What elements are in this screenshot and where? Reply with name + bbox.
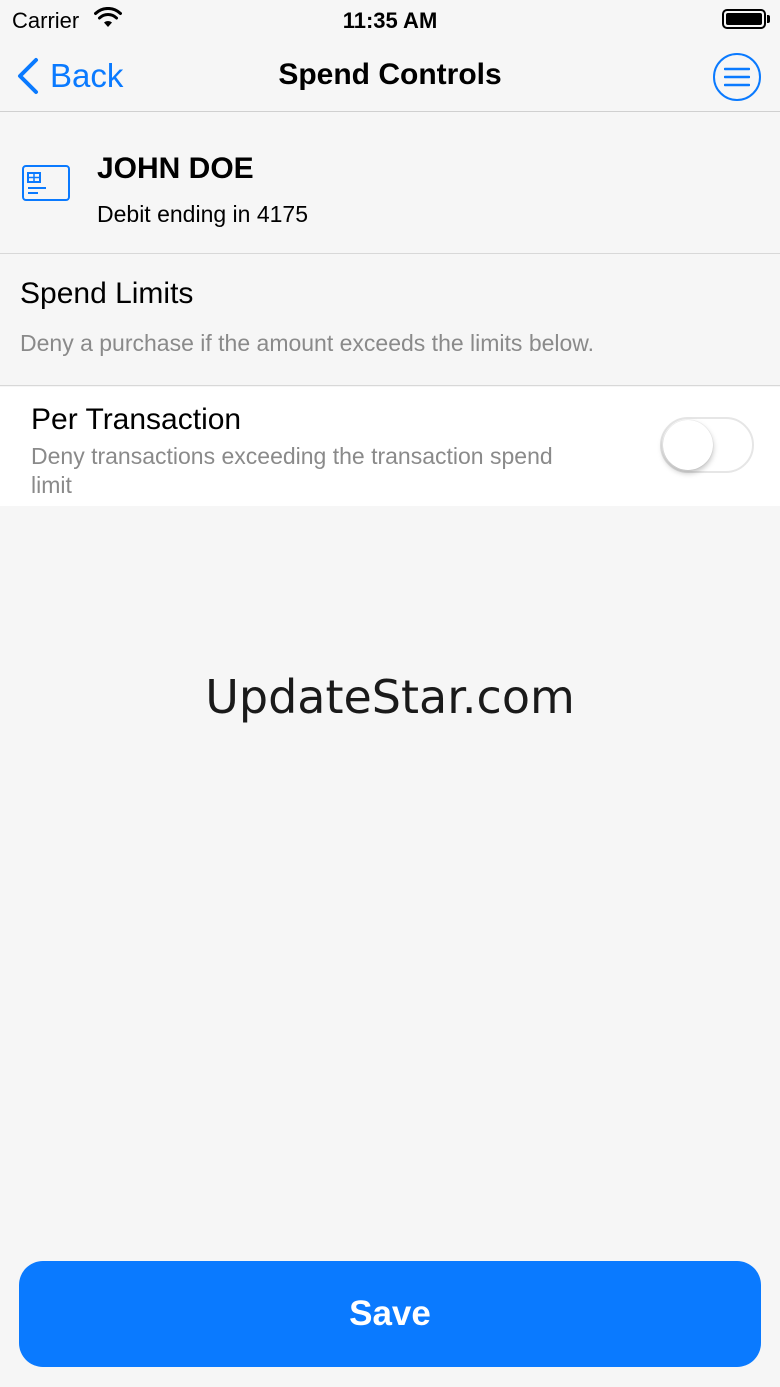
menu-icon [724, 67, 750, 87]
section-description: Deny a purchase if the amount exceeds th… [20, 330, 595, 356]
cardholder-name: JOHN DOE [97, 152, 254, 185]
save-button[interactable]: Save [19, 1261, 761, 1367]
page-title: Spend Controls [278, 58, 502, 91]
card-header: JOHN DOE Debit ending in 4175 [0, 112, 780, 254]
status-time: 11:35 AM [342, 8, 438, 33]
section-title: Spend Limits [20, 277, 194, 310]
card-subtitle: Debit ending in 4175 [97, 201, 308, 227]
navigation-bar: Back Spend Controls [0, 40, 780, 112]
menu-button[interactable] [713, 53, 761, 101]
per-transaction-row: Per Transaction Deny transactions exceed… [0, 387, 780, 506]
toggle-knob [663, 420, 713, 470]
credit-card-icon [22, 165, 70, 201]
per-transaction-toggle[interactable] [660, 417, 754, 473]
watermark: UpdateStar.com [205, 670, 575, 724]
status-bar: Carrier 11:35 AM [0, 0, 780, 40]
per-transaction-title: Per Transaction [31, 403, 242, 436]
battery-tip [767, 15, 770, 23]
battery-full-icon [722, 9, 766, 29]
spend-limits-section: Spend Limits Deny a purchase if the amou… [0, 255, 780, 386]
per-transaction-description: Deny transactions exceeding the transact… [31, 443, 553, 498]
